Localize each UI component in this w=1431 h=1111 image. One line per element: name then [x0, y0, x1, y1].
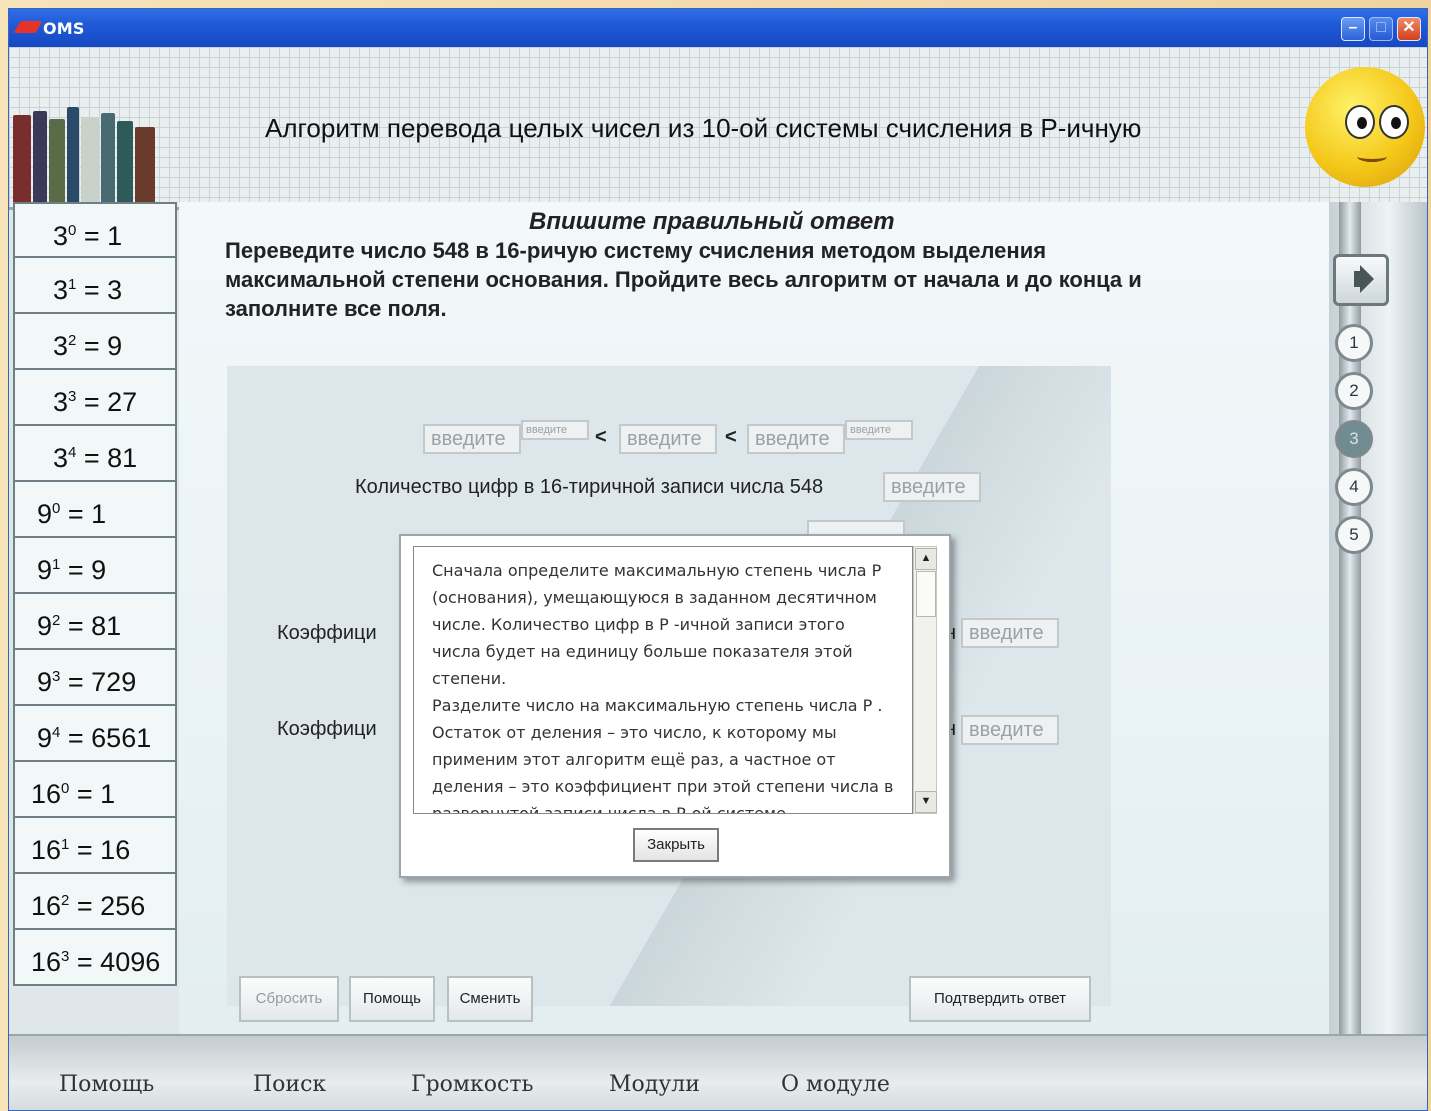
coefficient-label: Коэффици: [277, 622, 377, 644]
help-text-box: Сначала определите максимальную степень …: [413, 546, 913, 814]
help-dialog: Сначала определите максимальную степень …: [399, 534, 951, 878]
coefficient-label: Коэффици: [277, 718, 377, 740]
step-2-button[interactable]: 2: [1335, 372, 1373, 410]
power-row: 34 = 81: [13, 426, 177, 482]
module-header: Алгоритм перевода целых чисел из 10-ой с…: [9, 47, 1427, 210]
app-window: OMS – □ ✕ Алгоритм перевода целых чисел …: [8, 8, 1428, 1111]
power-row: 160 = 1: [13, 762, 177, 818]
power-row: 161 = 16: [13, 818, 177, 874]
books-illustration: [13, 107, 163, 207]
scroll-thumb[interactable]: [916, 571, 936, 617]
menu-about-module[interactable]: О модуле: [781, 1072, 890, 1097]
exponent-input[interactable]: введите: [845, 420, 913, 440]
bottom-menu: Помощь Поиск Громкость Модули О модуле: [9, 1034, 1427, 1110]
menu-modules[interactable]: Модули: [609, 1072, 700, 1097]
digit-count-input[interactable]: введите: [883, 472, 981, 502]
power-row: 90 = 1: [13, 482, 177, 538]
scroll-up-icon[interactable]: ▲: [915, 548, 937, 570]
step-3-button[interactable]: 3: [1335, 420, 1373, 458]
module-title: Алгоритм перевода целых чисел из 10-ой с…: [265, 113, 1142, 143]
power-row: 92 = 81: [13, 594, 177, 650]
power-row: 31 = 3: [13, 258, 177, 314]
exponent-input[interactable]: введите: [521, 420, 589, 440]
help-scrollbar[interactable]: ▲ ▼: [913, 546, 937, 814]
task-description: Переведите число 548 в 16-ричую систему …: [225, 238, 1142, 321]
scroll-down-icon[interactable]: ▼: [915, 791, 937, 813]
close-dialog-button[interactable]: Закрыть: [633, 828, 719, 862]
answer-input[interactable]: введите: [423, 424, 521, 454]
step-1-button[interactable]: 1: [1335, 324, 1373, 362]
window-title: OMS: [43, 19, 85, 38]
less-than-sign: <: [725, 426, 737, 448]
power-row: 32 = 9: [13, 314, 177, 370]
app-logo-icon: [13, 21, 43, 33]
change-button[interactable]: Сменить: [447, 976, 533, 1022]
reset-button[interactable]: Сбросить: [239, 976, 339, 1022]
confirm-answer-button[interactable]: Подтвердить ответ: [909, 976, 1091, 1022]
power-row: 94 = 6561: [13, 706, 177, 762]
menu-help[interactable]: Помощь: [59, 1072, 154, 1097]
menu-search[interactable]: Поиск: [253, 1072, 326, 1097]
answer-input[interactable]: введите: [747, 424, 845, 454]
step-4-button[interactable]: 4: [1335, 468, 1373, 506]
step-5-button[interactable]: 5: [1335, 516, 1373, 554]
task-heading: Впишите правильный ответ: [529, 208, 895, 235]
coefficient-input[interactable]: введите: [961, 715, 1059, 745]
title-bar: OMS – □ ✕: [9, 9, 1427, 47]
help-text: Сначала определите максимальную степень …: [432, 561, 894, 814]
sound-button[interactable]: [1333, 254, 1389, 306]
coefficient-input[interactable]: введите: [961, 618, 1059, 648]
power-row: 91 = 9: [13, 538, 177, 594]
help-button[interactable]: Помощь: [349, 976, 435, 1022]
speaker-icon: [1354, 271, 1364, 287]
close-window-button[interactable]: ✕: [1397, 17, 1421, 41]
power-row: 33 = 27: [13, 370, 177, 426]
answer-input[interactable]: введите: [619, 424, 717, 454]
smiley-mascot-icon: [1305, 67, 1425, 187]
navigation-panel: 1 2 3 4 5: [1329, 202, 1427, 1034]
power-row: 162 = 256: [13, 874, 177, 930]
power-row: 93 = 729: [13, 650, 177, 706]
menu-volume[interactable]: Громкость: [411, 1072, 533, 1097]
power-row: 30 = 1: [13, 202, 177, 258]
digit-count-label: Количество цифр в 16-тиричной записи чис…: [355, 476, 824, 498]
less-than-sign: <: [595, 426, 607, 448]
power-row: 163 = 4096: [13, 930, 177, 986]
minimize-button[interactable]: –: [1341, 17, 1365, 41]
powers-reference-list: 30 = 1 31 = 3 32 = 9 33 = 27 34 = 81 90 …: [13, 202, 177, 986]
maximize-button[interactable]: □: [1369, 17, 1393, 41]
